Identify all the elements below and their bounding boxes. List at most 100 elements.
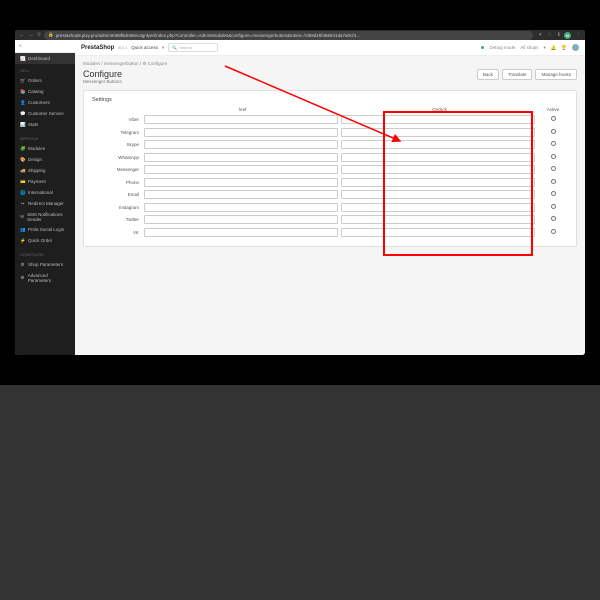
active-checkbox[interactable] <box>551 116 556 121</box>
sidebar-item-quick-order[interactable]: ⚡Quick Order <box>15 235 75 246</box>
download-icon[interactable]: ⬇ <box>557 32 561 38</box>
url-bar[interactable]: 🔒 prestashop8.pixy.pro/admin6088f8dn66ec… <box>44 31 533 40</box>
main-content: PrestaShop 8.0.1 Quick access ▾ 🔍 Search… <box>75 40 585 355</box>
back-arrow-icon[interactable]: ← <box>19 32 25 38</box>
sell-icon: 📚 <box>20 89 25 95</box>
sidebar-item-international[interactable]: 🌐International <box>15 187 75 198</box>
row-label: WhatsApp <box>92 155 144 160</box>
sidebar-item-customer-service[interactable]: 💬Customer Service <box>15 108 75 119</box>
href-input[interactable] <box>144 153 338 162</box>
notifications-icon[interactable]: 🔔 <box>551 45 557 51</box>
href-input[interactable] <box>144 178 338 187</box>
back-button[interactable]: Back <box>477 69 499 80</box>
active-checkbox[interactable] <box>551 204 556 209</box>
sidebar-item-label: Customer Service <box>28 111 64 116</box>
href-input[interactable] <box>144 140 338 149</box>
onclick-input[interactable] <box>341 165 535 174</box>
sidebar-item-label: Modules <box>28 146 45 151</box>
chevron-down-icon: ▾ <box>162 45 164 51</box>
sidebar-item-sms-notifications-sender[interactable]: ✉SMS Notifications Sender <box>15 209 75 224</box>
active-checkbox[interactable] <box>551 229 556 234</box>
bookmark-icon[interactable]: ☆ <box>547 32 551 38</box>
onclick-input[interactable] <box>341 128 535 137</box>
active-checkbox[interactable] <box>551 191 556 196</box>
href-input[interactable] <box>144 190 338 199</box>
sidebar-item-orders[interactable]: 🛒Orders <box>15 75 75 86</box>
href-input[interactable] <box>144 128 338 137</box>
href-input[interactable] <box>144 115 338 124</box>
dashboard-icon: 📈 <box>20 56 25 62</box>
active-checkbox[interactable] <box>551 216 556 221</box>
settings-row: Telegram <box>92 128 568 137</box>
onclick-input[interactable] <box>341 140 535 149</box>
onclick-input[interactable] <box>341 215 535 224</box>
trophy-icon[interactable]: 🏆 <box>561 45 567 51</box>
sell-icon: 🛒 <box>20 78 25 84</box>
onclick-input[interactable] <box>341 153 535 162</box>
sidebar-item-redirect-manager[interactable]: ↪Redirect Manager <box>15 198 75 209</box>
sidebar-item-design[interactable]: 🎨Design <box>15 154 75 165</box>
onclick-input[interactable] <box>341 228 535 237</box>
panel-title: Settings <box>92 97 568 103</box>
sidebar-item-shipping[interactable]: 🚚Shipping <box>15 165 75 176</box>
settings-row: Viber <box>92 115 568 124</box>
configure-icon: ⚙ <box>20 262 25 268</box>
improve-icon: 🧩 <box>20 146 25 152</box>
onclick-input[interactable] <box>341 190 535 199</box>
sidebar-item-label: Advanced Parameters <box>28 273 70 283</box>
avatar[interactable] <box>572 44 579 51</box>
sidebar-item-label: Quick Order <box>28 238 52 243</box>
translate-button[interactable]: Translate <box>502 69 533 80</box>
logo: PrestaShop <box>81 45 114 51</box>
sidebar-item-label: International <box>28 190 53 195</box>
quick-access-dropdown[interactable]: Quick access <box>131 45 158 50</box>
active-checkbox[interactable] <box>551 129 556 134</box>
improve-icon: 🎨 <box>20 157 25 163</box>
forward-arrow-icon[interactable]: → <box>28 32 34 38</box>
manage-hooks-button[interactable]: Manage hooks <box>535 69 577 80</box>
href-input[interactable] <box>144 215 338 224</box>
menu-icon[interactable]: ⋮ <box>576 32 581 38</box>
sidebar-item-payment[interactable]: 💳Payment <box>15 176 75 187</box>
active-checkbox[interactable] <box>551 154 556 159</box>
sidebar-item-shop-parameters[interactable]: ⚙Shop Parameters <box>15 259 75 270</box>
sidebar-item-dashboard[interactable]: 📈 Dashboard <box>15 53 75 64</box>
onclick-input[interactable] <box>341 203 535 212</box>
sidebar-section-configure: CONFIGURE <box>15 250 75 259</box>
sidebar-section-sell: SELL <box>15 66 75 75</box>
sidebar-item-prnla-social-login[interactable]: 👥Prnla Social Login <box>15 224 75 235</box>
sidebar-item-modules[interactable]: 🧩Modules <box>15 143 75 154</box>
sidebar-item-label: Orders <box>28 78 42 83</box>
profile-badge[interactable]: N <box>564 32 571 39</box>
onclick-input[interactable] <box>341 178 535 187</box>
column-header-href: href <box>144 107 341 112</box>
active-checkbox[interactable] <box>551 166 556 171</box>
sell-icon: 📊 <box>20 122 25 128</box>
settings-row: Twitter <box>92 215 568 224</box>
search-input[interactable]: 🔍 Search <box>168 43 218 52</box>
href-input[interactable] <box>144 165 338 174</box>
collapse-icon[interactable]: « <box>19 43 22 49</box>
active-checkbox[interactable] <box>551 179 556 184</box>
row-label: Viber <box>92 117 144 122</box>
page-title: Configure <box>83 69 122 79</box>
shops-dropdown[interactable]: All shops <box>520 45 538 50</box>
href-input[interactable] <box>144 228 338 237</box>
onclick-input[interactable] <box>341 115 535 124</box>
chevron-down-icon: ▾ <box>544 45 546 51</box>
column-header-active: Active <box>538 107 568 112</box>
href-input[interactable] <box>144 203 338 212</box>
refresh-icon[interactable]: ⟳ <box>37 32 41 38</box>
extension-icon[interactable]: ✦ <box>538 32 542 38</box>
sidebar-item-customers[interactable]: 👤Customers <box>15 97 75 108</box>
page-subtitle: Messenger Buttons <box>83 79 122 84</box>
sidebar-item-stats[interactable]: 📊Stats <box>15 119 75 130</box>
sidebar-item-label: Shipping <box>28 168 46 173</box>
sidebar-item-catalog[interactable]: 📚Catalog <box>15 86 75 97</box>
active-checkbox[interactable] <box>551 141 556 146</box>
settings-row: VK <box>92 228 568 237</box>
sidebar-item-label: SMS Notifications Sender <box>27 212 70 222</box>
sell-icon: 👤 <box>20 100 25 106</box>
sidebar-item-advanced-parameters[interactable]: ⚙Advanced Parameters <box>15 270 75 285</box>
sidebar: « 📈 Dashboard SELL 🛒Orders📚Catalog👤Custo… <box>15 40 75 355</box>
